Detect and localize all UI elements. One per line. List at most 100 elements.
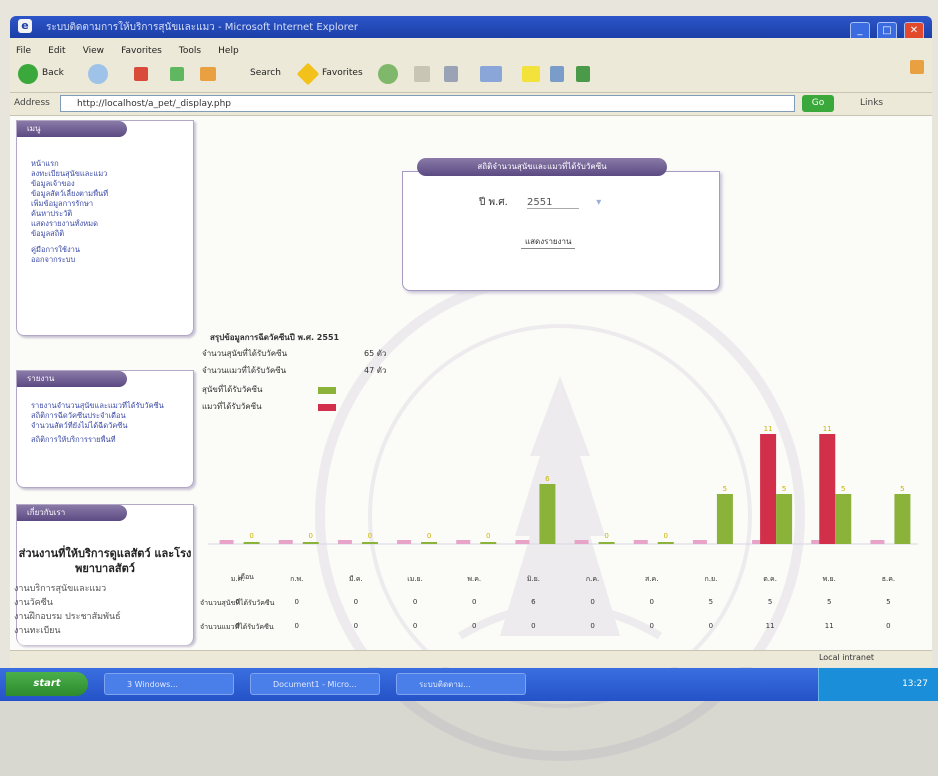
edit-icon[interactable] <box>480 66 502 82</box>
chart-bar <box>835 494 852 544</box>
dropdown-arrow-icon[interactable]: ▾ <box>596 197 601 208</box>
chart-bar <box>598 542 615 544</box>
favorites-button-label[interactable]: Favorites <box>322 68 363 78</box>
mail-icon[interactable] <box>414 66 430 82</box>
menu-box: เมนู หน้าแรก ลงทะเบียนสุนัขและแมว ข้อมูล… <box>16 120 194 336</box>
menu-item-register[interactable]: ลงทะเบียนสุนัขและแมว <box>31 169 193 179</box>
table-cell: 11 <box>765 622 775 630</box>
chart-bar <box>243 542 260 544</box>
refresh-icon[interactable] <box>170 67 184 81</box>
window-title: ระบบติดตามการให้บริการสุนัขและแมว - Micr… <box>46 22 358 33</box>
legend-dog-swatch <box>318 387 336 394</box>
print-icon[interactable] <box>444 66 458 82</box>
menu-item-home[interactable]: หน้าแรก <box>31 159 193 169</box>
menu-edit[interactable]: Edit <box>48 46 65 56</box>
table-cell: 0 <box>472 598 477 606</box>
table-cell: 0 <box>590 598 595 606</box>
menu-item-manual[interactable]: คู่มือการใช้งาน <box>31 245 193 255</box>
window-titlebar: e ระบบติดตามการให้บริการสุนัขและแมว - Mi… <box>10 16 932 41</box>
legend-dog-label: สุนัขที่ได้รับวัคซีน <box>202 385 263 394</box>
chart-bar <box>302 542 319 544</box>
table-cell: 0 <box>294 598 299 606</box>
table-month-header: พ.ย. <box>822 575 836 583</box>
chart-bar <box>421 542 438 544</box>
taskbar-item[interactable]: Document1 - Micro... <box>250 673 380 695</box>
chart-bar <box>894 494 911 544</box>
back-button-label[interactable]: Back <box>42 68 64 78</box>
chart-bar <box>539 484 556 544</box>
forward-icon[interactable] <box>88 64 108 84</box>
back-icon[interactable] <box>18 64 38 84</box>
cat-count-label: จำนวนแมวที่ได้รับวัคซีน <box>202 366 287 375</box>
legend-cat-swatch <box>318 404 336 411</box>
bar-zero-marker <box>278 540 293 544</box>
service-item[interactable]: งานบริการสุนัขและแมว <box>14 582 121 596</box>
taskbar-item[interactable]: 3 Windows... <box>104 673 234 695</box>
zone-status: Local intranet <box>818 653 874 662</box>
menu-item-all-reports[interactable]: แสดงรายงานทั้งหมด <box>31 219 193 229</box>
menu-view[interactable]: View <box>83 46 104 56</box>
bar-zero-marker <box>633 540 648 544</box>
table-month-header: มิ.ย. <box>526 575 540 583</box>
system-tray: 13:27 <box>818 668 938 701</box>
home-icon[interactable] <box>200 67 216 81</box>
bar-zero-marker <box>219 540 234 544</box>
menu-tools[interactable]: Tools <box>179 46 201 56</box>
table-cell: 0 <box>412 622 418 630</box>
service-item[interactable]: งานฝึกอบรม ประชาสัมพันธ์ <box>14 610 121 624</box>
show-report-button[interactable]: แสดงรายงาน <box>521 235 576 249</box>
bar-value-label: 0 <box>604 532 608 540</box>
table-cell: 0 <box>886 622 891 630</box>
report-box: รายงาน รายงานจำนวนสุนัขและแมวที่ได้รับวั… <box>16 370 194 488</box>
start-button[interactable]: start <box>6 672 88 696</box>
report-item-area[interactable]: สถิติการให้บริการรายพื้นที่ <box>31 435 193 445</box>
go-button[interactable]: Go <box>802 95 834 112</box>
report-item-monthly[interactable]: สถิติการฉีดวัคซีนประจำเดือน <box>31 411 193 421</box>
menu-item-area[interactable]: ข้อมูลสัตว์เลี้ยงตามพื้นที่ <box>31 189 193 199</box>
bar-value-label: 5 <box>841 485 845 493</box>
links-label[interactable]: Links <box>860 98 883 108</box>
discuss-icon[interactable] <box>550 66 564 82</box>
messenger-icon[interactable] <box>576 66 590 82</box>
taskbar-item[interactable]: ระบบติดตาม... <box>396 673 526 695</box>
table-cell: 0 <box>294 622 299 630</box>
menu-item-treatment[interactable]: เพิ่มข้อมูลการรักษา <box>31 199 193 209</box>
chart-bar <box>819 434 836 544</box>
menu-bar: File Edit View Favorites Tools Help <box>10 38 932 56</box>
bar-value-label: 0 <box>427 532 431 540</box>
history-icon[interactable] <box>378 64 398 84</box>
summary-title: สรุปข้อมูลการฉีดวัคซีนปี พ.ศ. 2551 <box>210 333 340 342</box>
taskbar: start 3 Windows... Document1 - Micro... … <box>0 668 938 701</box>
menu-file[interactable]: File <box>16 46 31 56</box>
bar-value-label: 6 <box>545 475 550 483</box>
service-item[interactable]: งานทะเบียน <box>14 624 121 638</box>
menu-help[interactable]: Help <box>218 46 239 56</box>
menu-item-logout[interactable]: ออกจากระบบ <box>31 255 193 265</box>
menu-item-statistics[interactable]: ข้อมูลสถิติ <box>31 229 193 239</box>
menu-favorites[interactable]: Favorites <box>121 46 162 56</box>
menu-item-owner[interactable]: ข้อมูลเจ้าของ <box>31 179 193 189</box>
table-cell: 5 <box>886 598 891 606</box>
stop-icon[interactable] <box>134 67 148 81</box>
table-month-header: เม.ย. <box>407 575 423 583</box>
report-item-unvaccinated[interactable]: จำนวนสัตว์ที่ยังไม่ได้ฉีดวัคซีน <box>31 421 193 431</box>
chart-bar <box>657 542 674 544</box>
folder-icon[interactable] <box>522 66 540 82</box>
menu-item-search-history[interactable]: ค้นหาประวัติ <box>31 209 193 219</box>
service-item[interactable]: งานวัคซีน <box>14 596 121 610</box>
windows-logo-icon <box>910 60 924 74</box>
table-cell: 0 <box>649 598 654 606</box>
page-content: เมนู หน้าแรก ลงทะเบียนสุนัขและแมว ข้อมูล… <box>10 116 932 761</box>
search-button-label[interactable]: Search <box>250 68 281 78</box>
favorites-star-icon[interactable] <box>296 62 320 86</box>
table-cell: 0 <box>531 622 536 630</box>
address-input[interactable]: http://localhost/a_pet/_display.php <box>60 95 795 112</box>
services-heading: ส่วนงานที่ให้บริการดูแลสัตว์ และโรงพยาบา… <box>18 547 192 575</box>
report-item-vaccinated[interactable]: รายงานจำนวนสุนัขและแมวที่ได้รับวัคซีน <box>31 401 193 411</box>
table-month-header: ต.ค. <box>763 575 777 583</box>
legend-cat-label: แมวที่ได้รับวัคซีน <box>202 402 262 411</box>
year-select[interactable]: 2551 <box>527 197 580 209</box>
filter-panel: สถิติจำนวนสุนัขและแมวที่ได้รับวัคซีน ปี … <box>402 158 720 291</box>
bar-value-label: 0 <box>368 532 372 540</box>
address-label: Address <box>14 98 50 108</box>
